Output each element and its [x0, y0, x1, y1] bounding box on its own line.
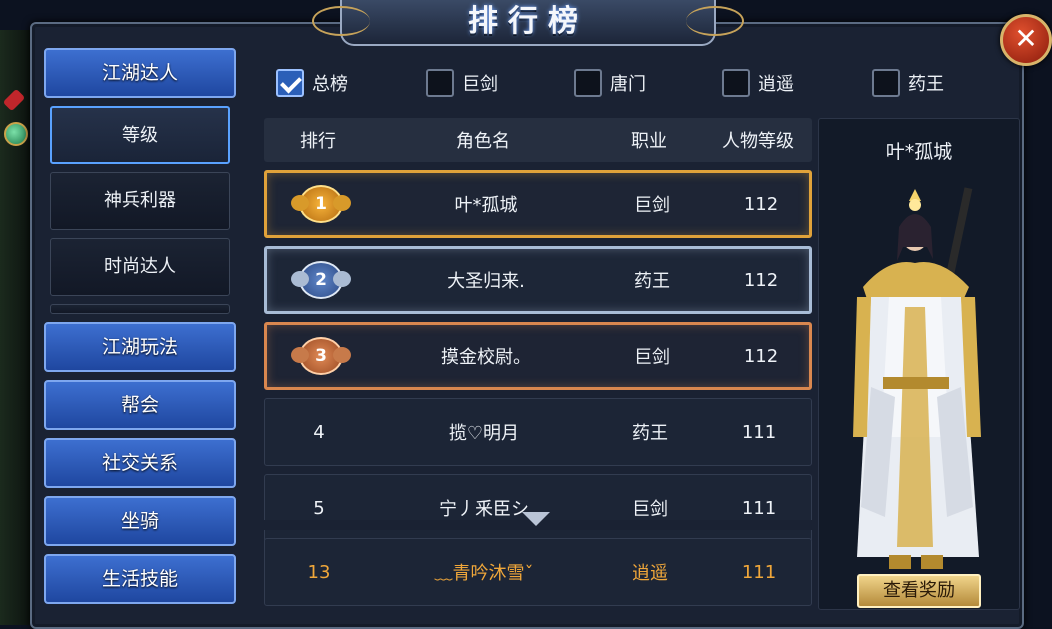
my-rank-section: 13 ﹏青吟沐雪ˇ 逍遥 111 [264, 538, 812, 606]
rank-cell: 13 [307, 561, 331, 583]
name-cell: 宁丿釆臣シ [439, 499, 529, 520]
rank-number: 1 [315, 194, 327, 214]
filter-label: 唐门 [610, 74, 646, 95]
rank-cell: 5 [313, 497, 325, 519]
table-row[interactable]: 4 揽♡明月 药王 111 [264, 398, 812, 466]
checkbox-xiaoyao[interactable] [722, 69, 750, 97]
table-row[interactable]: 3 摸金校尉。 巨剑 112 [264, 322, 812, 390]
scroll-down-icon[interactable] [522, 512, 550, 526]
header-name: 角色名 [456, 131, 510, 152]
view-rewards-button[interactable]: 查看奖励 [857, 574, 981, 608]
bronze-medal-icon: 3 [291, 337, 351, 375]
name-cell: 揽♡明月 [448, 423, 520, 444]
job-cell: 药王 [632, 423, 668, 444]
menu-sub-partial [50, 304, 230, 314]
header-job: 职业 [631, 131, 667, 152]
my-rank-row[interactable]: 13 ﹏青吟沐雪ˇ 逍遥 111 [264, 538, 812, 606]
checkbox-yaowang[interactable] [872, 69, 900, 97]
header-level: 人物等级 [722, 131, 794, 152]
menu-sub-weapons[interactable]: 神兵利器 [50, 172, 230, 230]
menu-group-jianghu-wanfa[interactable]: 江湖玩法 [44, 322, 236, 372]
menu-group-social[interactable]: 社交关系 [44, 438, 236, 488]
name-cell: ﹏青吟沐雪ˇ [434, 563, 534, 584]
ranking-table: 排行 角色名 职业 人物等级 1 叶*孤城 巨剑 112 2 大圣归来. 药王 … [264, 118, 812, 542]
name-cell: 摸金校尉。 [441, 347, 531, 368]
menu-sub-level[interactable]: 等级 [50, 106, 230, 164]
close-button[interactable]: ✕ [1000, 14, 1052, 66]
name-cell: 叶*孤城 [454, 195, 518, 216]
table-row[interactable]: 1 叶*孤城 巨剑 112 [264, 170, 812, 238]
menu-group-guild[interactable]: 帮会 [44, 380, 236, 430]
menu-group-mount[interactable]: 坐骑 [44, 496, 236, 546]
ornament-right-icon [686, 6, 744, 36]
level-cell: 111 [741, 561, 777, 583]
level-cell: 112 [743, 345, 779, 367]
close-icon: ✕ [1014, 22, 1038, 55]
rank-cell: 4 [313, 421, 325, 443]
red-knot-icon [2, 88, 26, 112]
rank-cell: 3 [267, 325, 375, 387]
filter-label: 巨剑 [462, 74, 498, 95]
job-cell: 巨剑 [634, 195, 670, 216]
rank-cell: 2 [267, 249, 375, 311]
job-cell: 药王 [634, 271, 670, 292]
job-cell: 巨剑 [634, 347, 670, 368]
job-cell: 巨剑 [632, 499, 668, 520]
job-cell: 逍遥 [632, 563, 668, 584]
character-preview-panel: 叶*孤城 查看奖励 [818, 118, 1020, 610]
menu-sub-fashion[interactable]: 时尚达人 [50, 238, 230, 296]
name-cell: 大圣归来. [447, 271, 525, 292]
filter-xiaoyao[interactable]: 逍遥 [722, 66, 794, 100]
filter-yaowang[interactable]: 药王 [872, 66, 944, 100]
category-menu: 江湖达人 等级 神兵利器 时尚达人 江湖玩法 帮会 社交关系 坐骑 生活技能 [44, 48, 238, 612]
preview-character-name: 叶*孤城 [885, 141, 953, 163]
title-banner: 排行榜 [312, 0, 744, 46]
gold-medal-icon: 1 [291, 185, 351, 223]
level-cell: 111 [741, 421, 777, 443]
class-filter-bar: 总榜 巨剑 唐门 逍遥 药王 [276, 66, 1006, 102]
menu-group-jianghu-daren[interactable]: 江湖达人 [44, 48, 236, 98]
rank-number: 2 [315, 270, 327, 290]
level-cell: 112 [743, 269, 779, 291]
ornament-left-icon [312, 6, 370, 36]
jade-pendant-icon [4, 122, 28, 146]
checkbox-all[interactable] [276, 69, 304, 97]
level-cell: 111 [741, 497, 777, 519]
rank-number: 3 [315, 346, 327, 366]
rank-cell: 1 [267, 173, 375, 235]
silver-medal-icon: 2 [291, 261, 351, 299]
table-header: 排行 角色名 职业 人物等级 [264, 118, 812, 162]
filter-label: 总榜 [312, 74, 348, 95]
table-row[interactable]: 5 宁丿釆臣シ 巨剑 111 [264, 474, 812, 542]
header-rank: 排行 [300, 131, 336, 152]
table-row[interactable]: 2 大圣归来. 药王 112 [264, 246, 812, 314]
filter-all[interactable]: 总榜 [276, 66, 348, 100]
menu-group-life-skills[interactable]: 生活技能 [44, 554, 236, 604]
level-cell: 112 [743, 193, 779, 215]
checkbox-tangmen[interactable] [574, 69, 602, 97]
character-model-image [853, 187, 981, 569]
checkbox-jujian[interactable] [426, 69, 454, 97]
filter-tangmen[interactable]: 唐门 [574, 66, 646, 100]
filter-label: 逍遥 [758, 74, 794, 95]
filter-label: 药王 [908, 74, 944, 95]
filter-jujian[interactable]: 巨剑 [426, 66, 498, 100]
window-title: 排行榜 [468, 4, 588, 39]
left-decoration [0, 30, 30, 625]
